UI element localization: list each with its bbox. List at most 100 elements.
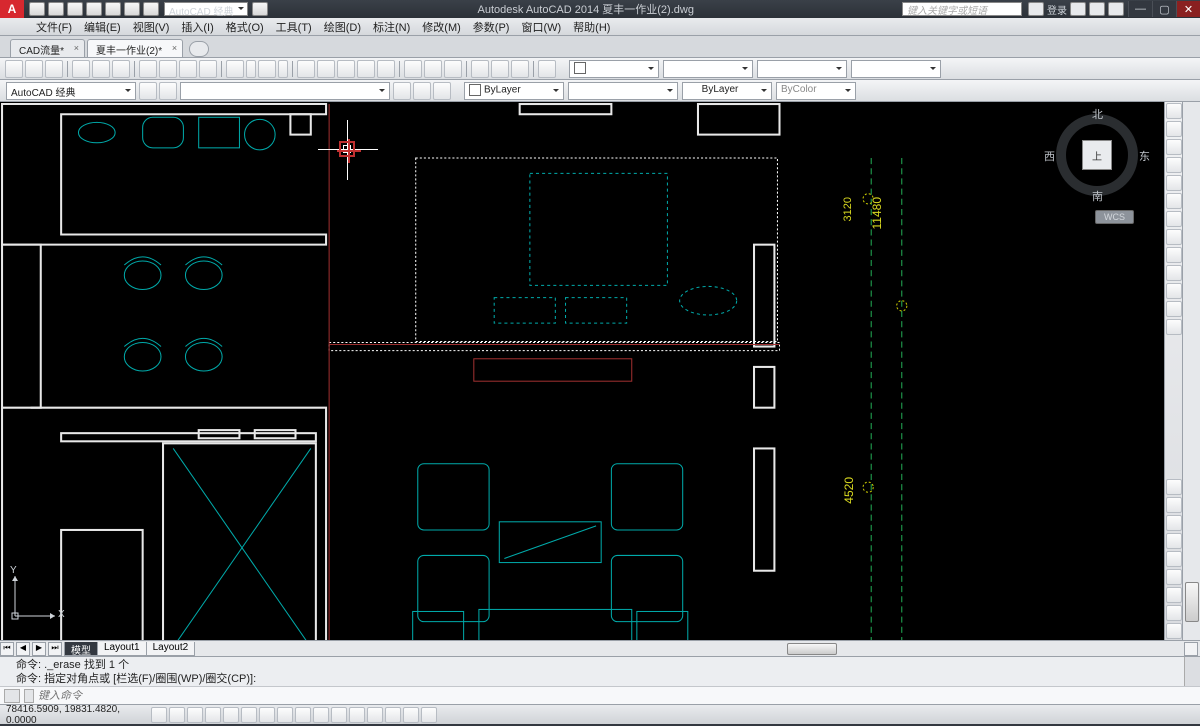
qa-new-icon[interactable] [29,2,45,16]
qa-print-icon[interactable] [105,2,121,16]
save-icon[interactable] [45,60,63,78]
login-icon[interactable] [1028,2,1044,16]
doc-tab[interactable]: CAD流量*× [10,39,85,57]
hatch-icon[interactable] [1166,193,1182,209]
stayconnected-icon[interactable] [1089,2,1105,16]
prop-plotstyle-select[interactable]: ByColor [776,82,856,100]
sc-icon[interactable] [367,707,383,723]
lwt-icon[interactable] [313,707,329,723]
layer-uniso-icon[interactable] [433,82,451,100]
cmd-drop-icon[interactable] [24,689,34,703]
new-icon[interactable] [5,60,23,78]
redo-icon[interactable] [258,60,276,78]
layer-prop-icon[interactable] [139,82,157,100]
redo-drop-icon[interactable] [278,60,288,78]
color-select[interactable] [569,60,659,78]
menu-draw[interactable]: 绘图(D) [318,19,367,35]
cut-icon[interactable] [139,60,157,78]
layer-list-select[interactable] [180,82,390,100]
explode-icon[interactable] [1166,587,1182,603]
close-icon[interactable]: × [74,43,79,53]
menu-dim[interactable]: 标注(N) [367,19,416,35]
pan-icon[interactable] [297,60,315,78]
scroll-end-icon[interactable] [1184,642,1198,656]
preview-icon[interactable] [92,60,110,78]
maximize-button[interactable]: ▢ [1152,1,1176,17]
horizontal-scrollbar[interactable] [198,642,1180,656]
login-label[interactable]: 登录 [1047,2,1067,17]
prop-color-select[interactable]: ByLayer [464,82,564,100]
dyn-icon[interactable] [295,707,311,723]
help-icon[interactable] [1108,2,1124,16]
layer-state-icon[interactable] [159,82,177,100]
zoom-win-icon[interactable] [337,60,355,78]
calc-icon[interactable] [511,60,529,78]
qa-more-icon[interactable] [252,2,268,16]
plot-icon[interactable] [72,60,90,78]
rotate-icon[interactable] [1166,283,1182,299]
props-icon[interactable] [404,60,422,78]
prop-ltype-select[interactable] [568,82,678,100]
minimize-button[interactable]: — [1128,1,1152,17]
open-icon[interactable] [25,60,43,78]
copy-icon[interactable] [159,60,177,78]
scale-icon[interactable] [1166,551,1182,567]
zoom-ext-icon[interactable] [377,60,395,78]
menu-help[interactable]: 帮助(H) [567,19,616,35]
trim-icon[interactable] [1166,301,1182,317]
help-search[interactable]: 键入关键字或短语 [902,2,1022,16]
iso-icon[interactable] [403,707,419,723]
dim-icon[interactable] [1166,229,1182,245]
tab-last-icon[interactable]: ⏭ [48,642,62,656]
cmd-icon[interactable] [4,689,20,703]
menu-insert[interactable]: 插入(I) [175,19,219,35]
offset-icon[interactable] [1166,497,1182,513]
tab-first-icon[interactable]: ⏮ [0,642,14,656]
menu-tools[interactable]: 工具(T) [270,19,318,35]
doc-tab[interactable]: 夏丰一作业(2)*× [87,39,183,57]
qa-undo-icon[interactable] [124,2,140,16]
layer-prev-icon[interactable] [393,82,411,100]
menu-modify[interactable]: 修改(M) [416,19,467,35]
tab-next-icon[interactable]: ▶ [32,642,46,656]
qa-saveas-icon[interactable] [86,2,102,16]
zoom-prev-icon[interactable] [357,60,375,78]
pline-icon[interactable] [1166,121,1182,137]
markup-icon[interactable] [491,60,509,78]
toolpal-icon[interactable] [444,60,462,78]
match-icon[interactable] [199,60,217,78]
stretch-icon[interactable] [1166,569,1182,585]
tab-prev-icon[interactable]: ◀ [16,642,30,656]
qa-redo-icon[interactable] [143,2,159,16]
sheet-icon[interactable] [471,60,489,78]
hw-icon[interactable] [421,707,437,723]
move-icon[interactable] [1166,247,1182,263]
qa-open-icon[interactable] [48,2,64,16]
exchange-icon[interactable] [1070,2,1086,16]
plotstyle-select[interactable] [851,60,941,78]
menu-window[interactable]: 窗口(W) [515,19,567,35]
ducs-icon[interactable] [277,707,293,723]
qp-icon[interactable] [349,707,365,723]
publish-icon[interactable] [112,60,130,78]
menu-format[interactable]: 格式(O) [220,19,270,35]
extend-icon[interactable] [1166,319,1182,335]
grid-icon[interactable] [151,707,167,723]
linetype-select[interactable] [663,60,753,78]
layer-select[interactable]: AutoCAD 经典 [6,82,136,100]
arc-icon[interactable] [1166,157,1182,173]
3dosnap-icon[interactable] [241,707,257,723]
command-history[interactable]: 命令: ._erase 找到 1 个 命令: 指定对角点或 [栏选(F)/圈围(… [0,656,1200,686]
erase-icon[interactable] [1166,605,1182,621]
workspace-select[interactable]: AutoCAD 经典 [164,2,248,16]
menu-view[interactable]: 视图(V) [127,19,176,35]
command-input[interactable] [38,690,1196,702]
text-icon[interactable] [1166,211,1182,227]
paste-icon[interactable] [179,60,197,78]
layout-tab-model[interactable]: 模型 [64,642,98,656]
qa-save-icon[interactable] [67,2,83,16]
menu-file[interactable]: 文件(F) [30,19,78,35]
mirror-icon[interactable] [1166,479,1182,495]
dc-icon[interactable] [424,60,442,78]
tpy-icon[interactable] [331,707,347,723]
